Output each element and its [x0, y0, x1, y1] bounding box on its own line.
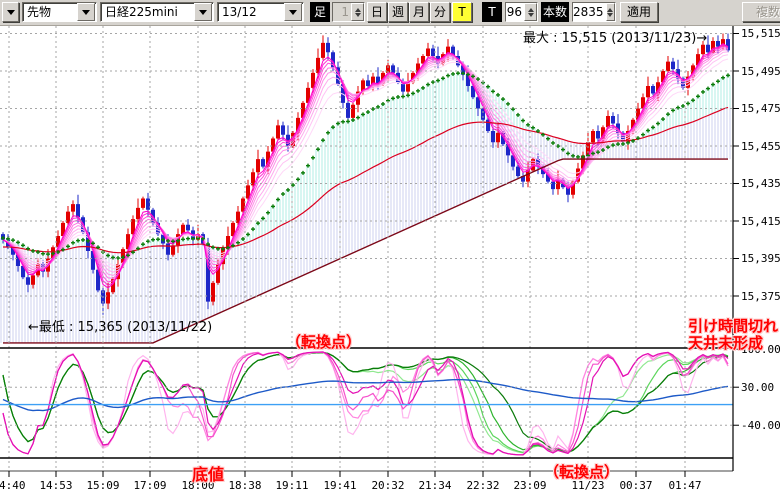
time-tick-label: 21:34 — [418, 479, 451, 492]
time-tick-label: 14:40 — [0, 479, 26, 492]
time-tick-label: 18:38 — [228, 479, 261, 492]
time-tick-label: 17:09 — [133, 479, 166, 492]
time-tick-label: 14:53 — [39, 479, 72, 492]
chart-application: 先物 日経225mini 13/12 足 1 日 週 月 分 T T 96 本数… — [0, 0, 780, 500]
max-price-annotation: 最大 : 15,515 (2013/11/23)→ — [523, 27, 707, 46]
price-tick-label: 15,395 — [741, 252, 780, 265]
time-tick-label: 15:09 — [86, 479, 119, 492]
oscillator-tick-label: -40.00 — [741, 419, 780, 432]
oscillator-tick-label: 30.00 — [741, 381, 774, 394]
time-tick-label: 20:32 — [371, 479, 404, 492]
chart-canvas[interactable] — [0, 0, 780, 500]
min-price-annotation: ←最低 : 15,365 (2013/11/22) — [28, 316, 212, 335]
bottom-price-annotation: 底値 — [192, 461, 224, 485]
time-tick-label: 23:09 — [513, 479, 546, 492]
time-tick-label: 22:32 — [466, 479, 499, 492]
price-tick-label: 15,515 — [741, 27, 780, 40]
price-tick-label: 15,435 — [741, 177, 780, 190]
time-tick-label: 00:37 — [619, 479, 652, 492]
price-tick-label: 15,455 — [741, 140, 780, 153]
turning-point-annotation-2: （転換点） — [544, 461, 619, 482]
turning-point-annotation-1: （転換点） — [286, 331, 361, 352]
price-tick-label: 15,415 — [741, 215, 780, 228]
no-ceiling-annotation: 天井未形成 — [688, 332, 763, 353]
time-tick-label: 19:11 — [275, 479, 308, 492]
price-tick-label: 15,475 — [741, 102, 780, 115]
time-tick-label: 19:41 — [323, 479, 356, 492]
price-tick-label: 15,375 — [741, 290, 780, 303]
price-tick-label: 15,495 — [741, 65, 780, 78]
time-tick-label: 01:47 — [668, 479, 701, 492]
